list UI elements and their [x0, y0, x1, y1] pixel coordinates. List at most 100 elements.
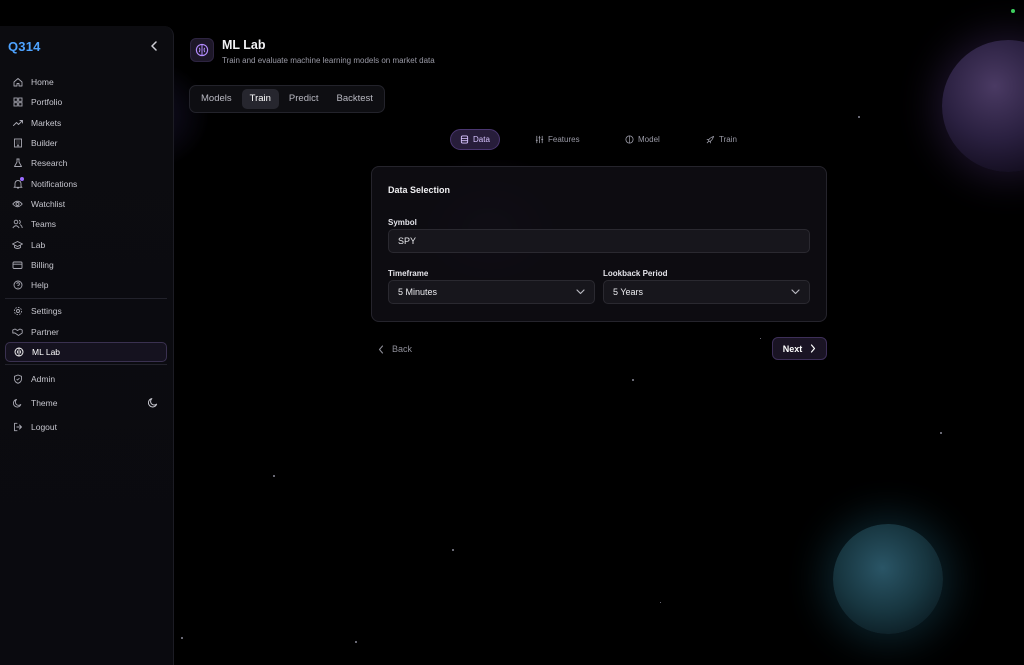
sidebar-item-watchlist[interactable]: Watchlist	[5, 194, 167, 214]
collapse-sidebar-button[interactable]	[147, 39, 161, 53]
theme-toggle-moon-icon[interactable]	[148, 397, 159, 408]
chevron-down-icon	[791, 288, 800, 297]
star-decoration	[181, 637, 183, 639]
lookback-select[interactable]: 5 Years	[603, 280, 810, 304]
tab-models[interactable]: Models	[193, 89, 240, 109]
star-decoration	[632, 379, 634, 381]
sidebar-item-logout[interactable]: Logout	[5, 417, 167, 437]
star-decoration	[660, 602, 661, 603]
lookback-label: Lookback Period	[603, 269, 668, 278]
page-subtitle: Train and evaluate machine learning mode…	[222, 56, 435, 65]
card-title: Data Selection	[388, 185, 451, 195]
sidebar-item-admin[interactable]: Admin	[5, 368, 167, 388]
brain-icon	[625, 135, 634, 144]
sidebar-item-label: Home	[31, 77, 54, 88]
planet-decoration	[833, 524, 943, 634]
timeframe-select[interactable]: 5 Minutes	[388, 280, 595, 304]
handshake-icon	[12, 326, 23, 337]
sidebar-item-label: ML Lab	[32, 346, 61, 357]
sidebar-item-home[interactable]: Home	[5, 72, 167, 92]
tab-predict[interactable]: Predict	[281, 89, 327, 109]
status-indicator	[1011, 9, 1015, 13]
sidebar-item-teams[interactable]: Teams	[5, 214, 167, 234]
shield-icon	[12, 373, 23, 384]
symbol-label: Symbol	[388, 218, 417, 227]
tab-backtest[interactable]: Backtest	[329, 89, 381, 109]
star-decoration	[452, 549, 454, 551]
lookback-value: 5 Years	[613, 287, 644, 297]
grid-icon	[12, 97, 23, 108]
gear-icon	[12, 306, 23, 317]
sidebar-item-label: Research	[31, 158, 68, 169]
timeframe-label: Timeframe	[388, 269, 429, 278]
step-model[interactable]: Model	[616, 129, 669, 150]
sidebar-item-builder[interactable]: Builder	[5, 133, 167, 153]
back-button[interactable]: Back	[378, 340, 412, 358]
page-title: ML Lab	[222, 38, 266, 52]
graduation-cap-icon	[12, 239, 23, 250]
step-label: Train	[719, 135, 737, 144]
sidebar-item-label: Billing	[31, 259, 54, 270]
sidebar-item-partner[interactable]: Partner	[5, 322, 167, 342]
star-decoration	[273, 475, 275, 477]
users-icon	[12, 219, 23, 230]
sidebar-item-lab[interactable]: Lab	[5, 234, 167, 254]
chevron-right-icon	[811, 344, 816, 353]
sidebar-item-settings[interactable]: Settings	[5, 301, 167, 321]
trend-icon	[12, 117, 23, 128]
star-decoration	[760, 338, 761, 339]
sidebar-item-label: Logout	[31, 422, 57, 433]
sidebar-item-theme[interactable]: Theme	[5, 393, 167, 413]
sidebar-item-notifications[interactable]: Notifications	[5, 173, 167, 193]
tab-train[interactable]: Train	[241, 89, 279, 109]
step-label: Model	[638, 135, 660, 144]
next-button[interactable]: Next	[772, 337, 827, 360]
sidebar-item-label: Watchlist	[31, 198, 66, 209]
sidebar-item-label: Partner	[31, 326, 59, 337]
sidebar-divider	[5, 297, 167, 299]
sidebar-item-ml-lab[interactable]: ML Lab	[5, 341, 167, 362]
timeframe-value: 5 Minutes	[398, 287, 438, 297]
rocket-icon	[706, 135, 715, 144]
chevron-left-icon	[151, 41, 157, 51]
sidebar-item-label: Markets	[31, 117, 62, 128]
symbol-input[interactable]: SPY	[388, 229, 810, 253]
home-icon	[12, 77, 23, 88]
star-decoration	[858, 116, 860, 118]
star-decoration	[940, 432, 942, 434]
credit-card-icon	[12, 259, 23, 270]
brain-icon	[190, 38, 214, 62]
moon-icon	[12, 397, 23, 408]
brand-logo[interactable]: Q314	[8, 39, 41, 54]
planet-decoration	[942, 40, 1024, 172]
chevron-down-icon	[576, 288, 585, 297]
sliders-icon	[535, 135, 544, 144]
tab-bar: Models Train Predict Backtest	[189, 85, 385, 113]
help-circle-icon	[12, 280, 23, 291]
sidebar-item-markets[interactable]: Markets	[5, 113, 167, 133]
step-features[interactable]: Features	[526, 129, 589, 150]
sidebar-item-portfolio[interactable]: Portfolio	[5, 92, 167, 112]
sidebar: Q314 Home Portfolio Markets Builder Rese…	[0, 26, 174, 665]
step-label: Features	[548, 135, 580, 144]
sidebar-item-help[interactable]: Help	[5, 275, 167, 295]
chevron-left-icon	[378, 344, 384, 354]
step-label: Data	[473, 135, 490, 144]
sidebar-item-label: Theme	[31, 397, 58, 408]
sidebar-item-label: Notifications	[31, 178, 78, 189]
flask-icon	[12, 158, 23, 169]
data-selection-card: Data Selection Symbol SPY Timeframe 5 Mi…	[371, 166, 827, 322]
next-label: Next	[782, 343, 803, 354]
notification-dot	[20, 177, 24, 182]
step-train[interactable]: Train	[697, 129, 746, 150]
sidebar-divider	[5, 364, 167, 366]
building-icon	[12, 138, 23, 149]
bell-icon	[12, 177, 24, 189]
sidebar-item-billing[interactable]: Billing	[5, 255, 167, 275]
step-data[interactable]: Data	[450, 129, 500, 150]
eye-icon	[12, 198, 23, 209]
star-decoration	[355, 641, 357, 643]
sidebar-item-research[interactable]: Research	[5, 153, 167, 173]
sidebar-nav: Home Portfolio Markets Builder Research …	[5, 72, 167, 437]
symbol-value: SPY	[398, 236, 417, 246]
